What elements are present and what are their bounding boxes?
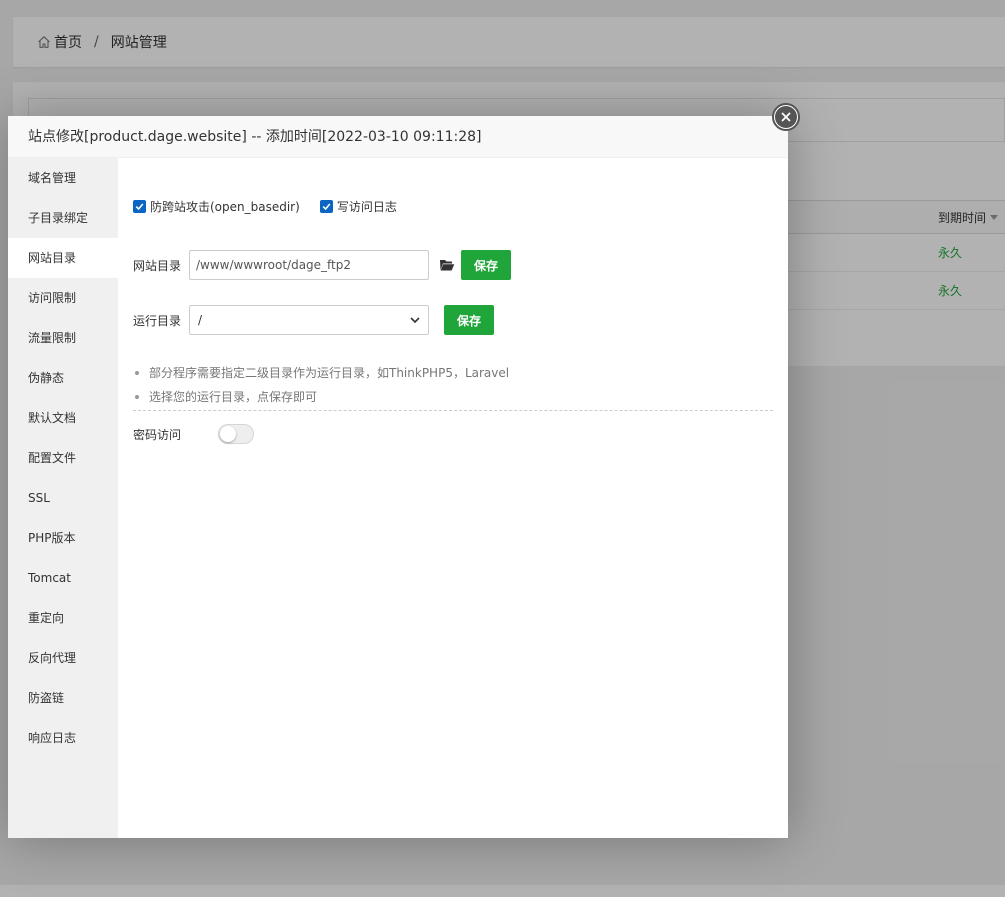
chevron-down-icon <box>410 317 420 323</box>
modal-title: 站点修改[product.dage.website] -- 添加时间[2022-… <box>8 116 788 158</box>
checkbox-checked-icon <box>319 200 333 213</box>
run-dir-label: 运行目录 <box>133 313 182 328</box>
close-button[interactable] <box>772 103 800 131</box>
access-log-label: 写访问日志 <box>336 200 397 214</box>
site-dir-input[interactable] <box>189 250 429 280</box>
nav-item-php-version[interactable]: PHP版本 <box>8 518 118 558</box>
nav-item-subdir-binding[interactable]: 子目录绑定 <box>8 198 118 238</box>
nav-item-domain[interactable]: 域名管理 <box>8 158 118 198</box>
nav-item-config-file[interactable]: 配置文件 <box>8 438 118 478</box>
tip-item: 部分程序需要指定二级目录作为运行目录，如ThinkPHP5，Laravel <box>133 361 773 385</box>
side-nav: 域名管理 子目录绑定 网站目录 访问限制 流量限制 伪静态 默认文档 配置文件 … <box>8 158 118 838</box>
open-basedir-label: 防跨站攻击(open_basedir) <box>150 200 300 214</box>
nav-item-redirect[interactable]: 重定向 <box>8 598 118 638</box>
nav-item-tomcat[interactable]: Tomcat <box>8 558 118 598</box>
tips-list: 部分程序需要指定二级目录作为运行目录，如ThinkPHP5，Laravel 选择… <box>133 361 773 409</box>
nav-item-site-dir[interactable]: 网站目录 <box>8 238 118 278</box>
run-dir-row: 运行目录 / 保存 <box>133 305 495 335</box>
password-access-toggle[interactable] <box>218 424 254 444</box>
modal-body: 域名管理 子目录绑定 网站目录 访问限制 流量限制 伪静态 默认文档 配置文件 … <box>8 158 788 838</box>
nav-item-ssl[interactable]: SSL <box>8 478 118 518</box>
options-row: 防跨站攻击(open_basedir) 写访问日志 <box>133 198 417 215</box>
run-dir-value: / <box>198 313 203 327</box>
nav-item-hotlink[interactable]: 防盗链 <box>8 678 118 718</box>
nav-item-rewrite[interactable]: 伪静态 <box>8 358 118 398</box>
nav-item-response-log[interactable]: 响应日志 <box>8 718 118 758</box>
password-access-row: 密码访问 <box>133 422 254 446</box>
close-icon <box>781 112 791 122</box>
open-basedir-checkbox[interactable]: 防跨站攻击(open_basedir) <box>133 198 300 215</box>
toggle-knob <box>220 426 236 442</box>
password-access-label: 密码访问 <box>133 427 182 442</box>
site-dir-row: 网站目录 保存 <box>133 250 512 280</box>
run-dir-select[interactable]: / <box>189 305 429 335</box>
nav-item-access-limit[interactable]: 访问限制 <box>8 278 118 318</box>
folder-open-icon[interactable] <box>439 258 455 272</box>
checkbox-checked-icon <box>133 200 146 213</box>
access-log-checkbox[interactable]: 写访问日志 <box>319 198 397 215</box>
divider <box>133 410 773 411</box>
run-dir-save-button[interactable]: 保存 <box>444 305 495 335</box>
nav-item-reverse-proxy[interactable]: 反向代理 <box>8 638 118 678</box>
site-dir-save-button[interactable]: 保存 <box>461 250 512 280</box>
nav-item-traffic-limit[interactable]: 流量限制 <box>8 318 118 358</box>
tip-item: 选择您的运行目录，点保存即可 <box>133 385 773 409</box>
site-edit-modal: 站点修改[product.dage.website] -- 添加时间[2022-… <box>8 103 800 838</box>
site-dir-label: 网站目录 <box>133 258 182 273</box>
site-dir-panel: 防跨站攻击(open_basedir) 写访问日志 网站目录 保存 <box>118 158 788 838</box>
nav-item-default-doc[interactable]: 默认文档 <box>8 398 118 438</box>
